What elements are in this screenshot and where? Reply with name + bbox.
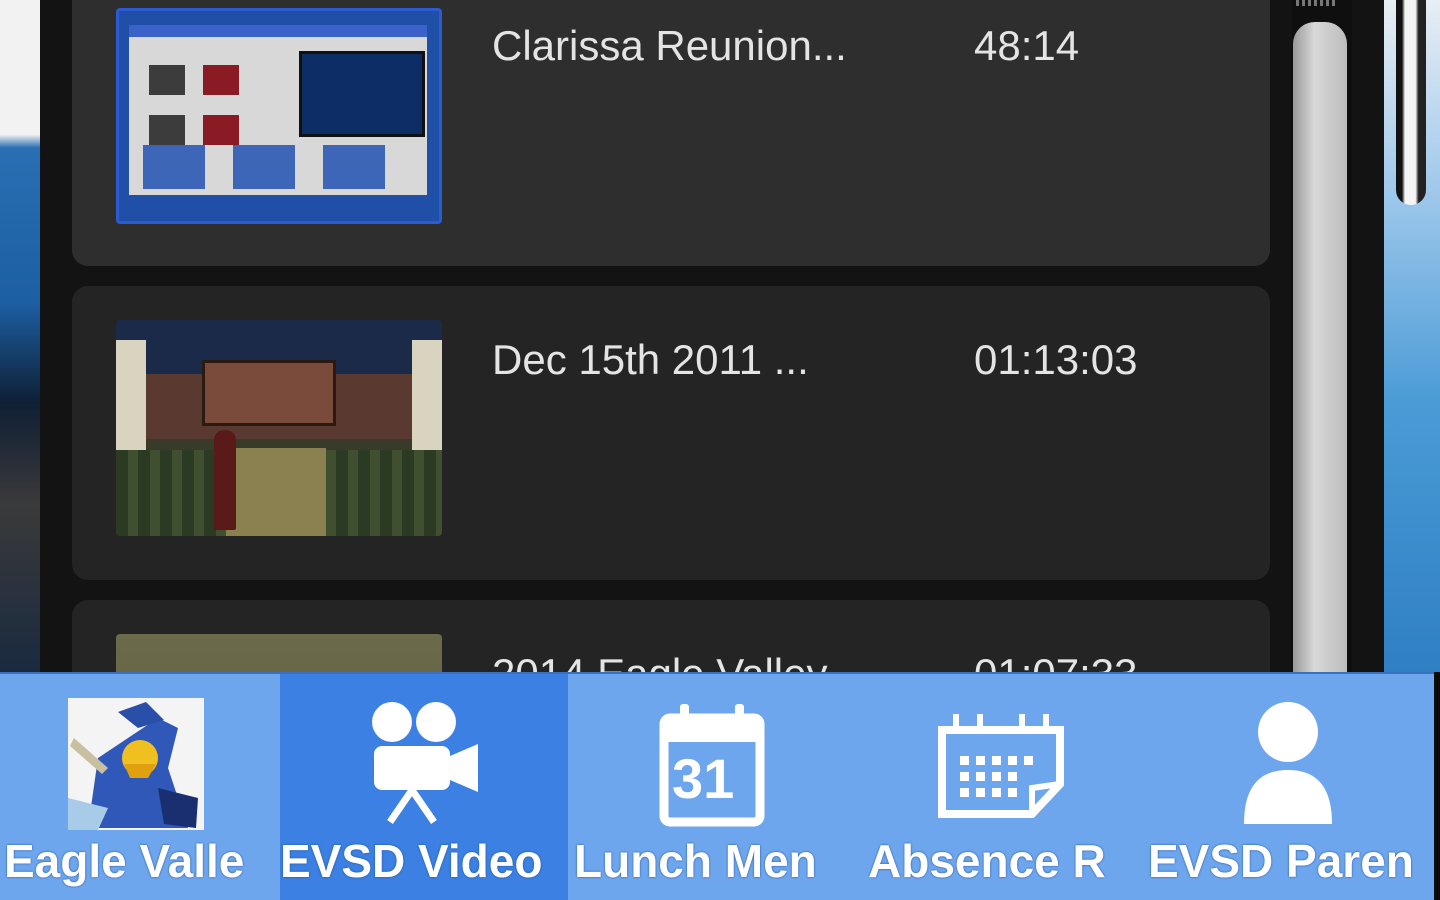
video-list-panel: Clarissa Reunion... 48:14 Dec 15th 2011 … [40,0,1384,672]
scrollbar-thumb[interactable] [1293,22,1347,672]
bottom-navigation-bar: Eagle Valle EVSD Video 31 Lunch Men Abse… [0,672,1434,900]
video-list-item[interactable]: Clarissa Reunion... 48:14 [72,0,1270,266]
video-thumbnail [116,320,442,536]
video-thumbnail [116,634,442,672]
person-icon [1240,700,1336,831]
nav-item-label: Absence R [868,835,1106,887]
video-title: Clarissa Reunion... [492,22,847,69]
background-left-strip [0,0,40,672]
nav-item-label: Lunch Men [574,835,817,887]
video-duration: 01:13:03 [974,336,1138,383]
video-thumbnail [116,8,442,224]
nav-item-lunch-menu[interactable]: 31 Lunch Men [568,674,860,900]
nav-item-absence-report[interactable]: Absence R [860,674,1144,900]
nav-item-label: EVSD Paren [1148,835,1414,887]
nav-item-evsd-video[interactable]: EVSD Video [280,674,568,900]
nav-item-evsd-parent[interactable]: EVSD Paren [1144,674,1434,900]
video-duration: 01:07:33 [974,650,1138,672]
video-title: Dec 15th 2011 ... [492,336,809,383]
nav-item-label: EVSD Video [280,835,543,887]
calendar-day-number: 31 [672,747,735,810]
video-list-item[interactable]: Dec 15th 2011 ... 01:13:03 [72,286,1270,580]
scrollbar-grip [1296,0,1336,6]
video-duration: 48:14 [974,22,1080,69]
video-title: 2014 Eagle Valley ... [492,650,874,672]
video-camera-icon [370,700,480,831]
video-list-item[interactable]: 2014 Eagle Valley ... 01:07:33 [72,600,1270,672]
background-right-strip [1384,0,1440,672]
nav-item-label: Eagle Valle [4,835,245,887]
calendar-page-icon [936,710,1066,825]
background-decoration [1396,0,1426,205]
mascot-logo [68,698,204,830]
nav-item-eagle-valley[interactable]: Eagle Valle [0,674,280,900]
